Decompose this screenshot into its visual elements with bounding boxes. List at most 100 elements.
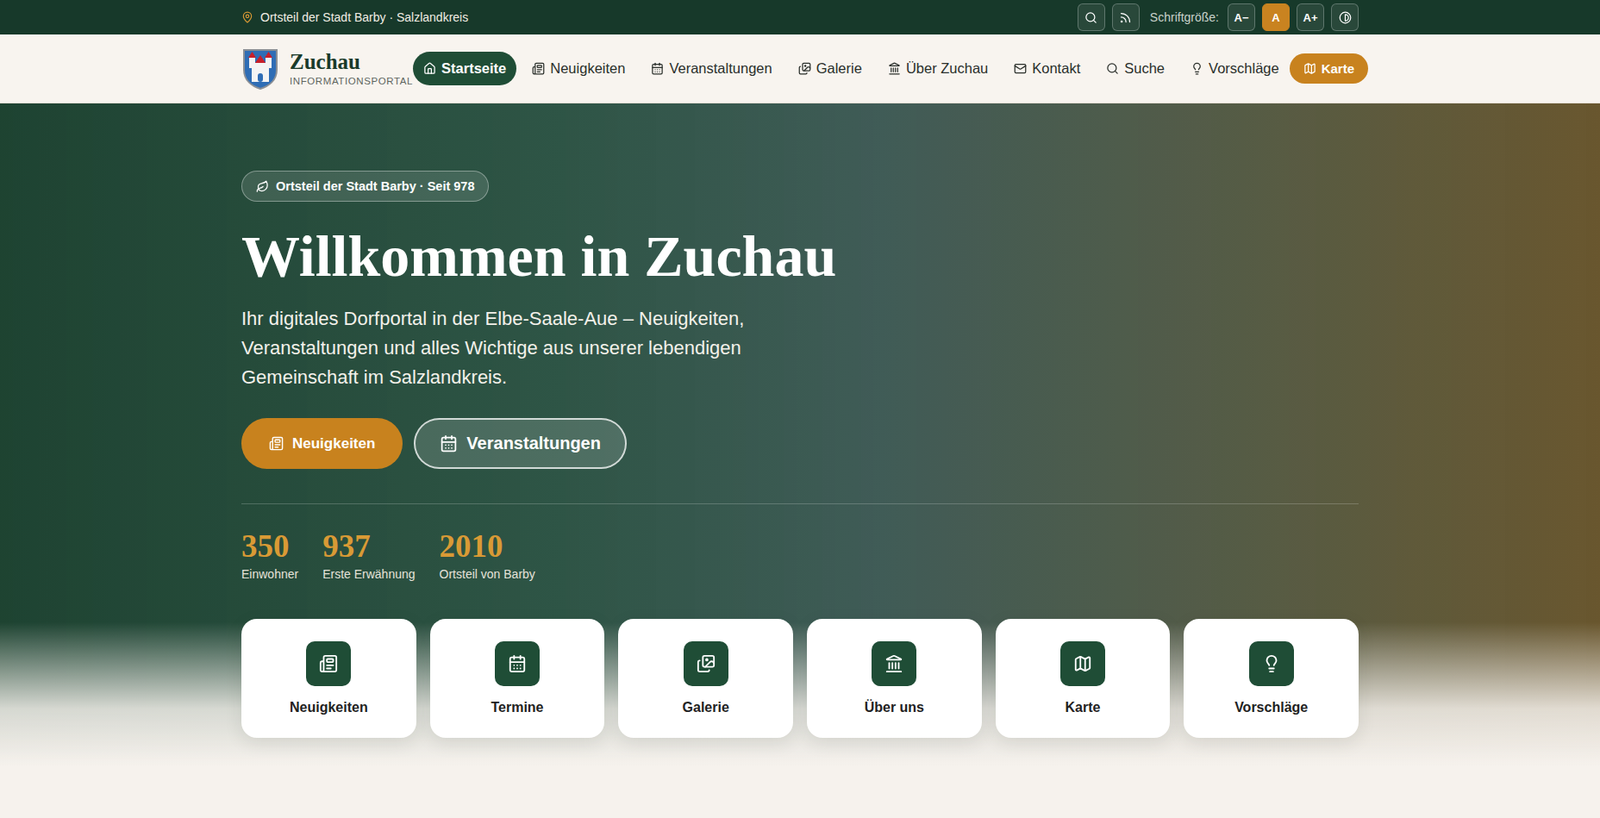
quick-link-card[interactable]: Über uns xyxy=(806,618,982,738)
nav-item[interactable]: Kontakt xyxy=(1003,51,1091,86)
hero-button-icon xyxy=(439,434,458,453)
quick-link-icon xyxy=(884,654,904,674)
stat: 350 Einwohner xyxy=(241,530,299,582)
map-icon xyxy=(1303,62,1317,75)
quick-link-label: Vorschläge xyxy=(1234,700,1308,716)
quick-link-card[interactable]: Galerie xyxy=(618,618,794,738)
contrast-button[interactable] xyxy=(1331,3,1359,32)
location: Ortsteil der Stadt Barby · Salzlandkreis xyxy=(241,10,469,25)
quick-link-label: Termine xyxy=(490,700,544,716)
quick-link-icon-box xyxy=(494,641,540,687)
top-bar: Ortsteil der Stadt Barby · Salzlandkreis… xyxy=(0,0,1600,35)
quick-link-icon xyxy=(696,654,716,674)
quick-link-icon xyxy=(318,654,338,674)
search-button[interactable] xyxy=(1077,3,1106,32)
hero-button[interactable]: Neuigkeiten xyxy=(241,418,403,469)
stat-value: 350 xyxy=(241,530,299,563)
brand-text: Zuchau INFORMATIONSPORTAL xyxy=(289,50,413,87)
top-tools: Schriftgröße: A−AA+ xyxy=(1077,3,1359,32)
nav-item-icon xyxy=(887,62,901,75)
coat-of-arms-icon xyxy=(241,47,280,91)
nav-inner: Zuchau INFORMATIONSPORTAL Startseite Neuigk… xyxy=(241,34,1359,103)
stat-label: Ortsteil von Barby xyxy=(439,567,536,582)
nav-item-icon xyxy=(1106,62,1119,75)
quick-link-label: Neuigkeiten xyxy=(289,700,369,716)
quick-link-icon-box xyxy=(683,641,729,687)
quick-link-card[interactable]: Vorschläge xyxy=(1183,618,1359,738)
page: Ortsteil der Stadt Barby · Salzlandkreis… xyxy=(0,0,1600,818)
hero-button-label: Neuigkeiten xyxy=(292,435,375,453)
hero-subtitle: Ihr digitales Dorfportal in der Elbe-Saa… xyxy=(241,304,794,393)
nav-bar: Zuchau INFORMATIONSPORTAL Startseite Neuigk… xyxy=(0,34,1600,104)
contrast-icon xyxy=(1338,11,1352,25)
hero-inner: Ortsteil der Stadt Barby · Seit 978 Willk… xyxy=(241,170,1359,738)
stat-value: 937 xyxy=(322,530,415,563)
nav-item-label: Veranstaltungen xyxy=(668,60,772,77)
nav-item-icon xyxy=(1013,62,1027,75)
search-icon xyxy=(1084,11,1098,25)
brand[interactable]: Zuchau INFORMATIONSPORTAL xyxy=(241,47,413,91)
nav-item[interactable]: Suche xyxy=(1095,51,1175,86)
rss-button[interactable] xyxy=(1112,3,1140,32)
quick-link-card[interactable]: Neuigkeiten xyxy=(241,618,417,738)
top-bar-inner: Ortsteil der Stadt Barby · Salzlandkreis… xyxy=(241,0,1359,35)
location-text: Ortsteil der Stadt Barby · Salzlandkreis xyxy=(260,10,469,25)
nav-item-label: Kontakt xyxy=(1031,60,1081,77)
nav-item-icon xyxy=(1190,62,1204,75)
quick-link-label: Karte xyxy=(1065,700,1101,716)
nav-item[interactable]: Galerie xyxy=(787,51,873,86)
quick-link-card[interactable]: Karte xyxy=(995,618,1171,738)
nav-item-icon xyxy=(650,62,664,75)
nav-item-label: Vorschläge xyxy=(1208,60,1280,77)
hero: Ortsteil der Stadt Barby · Seit 978 Willk… xyxy=(0,103,1600,818)
quick-link-icon-box xyxy=(1060,641,1106,687)
quick-link-icon-box xyxy=(306,641,351,687)
hero-badge-text: Ortsteil der Stadt Barby · Seit 978 xyxy=(275,179,475,194)
brand-name: Zuchau xyxy=(289,50,413,73)
leaf-icon xyxy=(256,180,269,194)
nav-item[interactable]: Über Zuchau xyxy=(877,51,999,86)
stat: 2010 Ortsteil von Barby xyxy=(439,530,536,582)
nav-item-label: Neuigkeiten xyxy=(550,60,625,77)
hero-title: Willkommen in Zuchau xyxy=(241,224,1359,289)
stat: 937 Erste Erwähnung xyxy=(322,530,415,582)
nav-item-label: Galerie xyxy=(816,60,863,77)
stat-value: 2010 xyxy=(439,530,536,563)
font-size-button[interactable]: A+ xyxy=(1296,3,1325,32)
nav-item-icon xyxy=(531,62,545,75)
hero-buttons: Neuigkeiten Veranstaltungen xyxy=(241,418,1359,469)
nav-item-label: Startseite xyxy=(441,60,507,77)
map-button-label: Karte xyxy=(1321,61,1355,76)
hero-badge: Ortsteil der Stadt Barby · Seit 978 xyxy=(241,170,489,202)
nav-item[interactable]: Vorschläge xyxy=(1180,51,1290,86)
quick-link-icon-box xyxy=(1249,641,1294,687)
nav-item[interactable]: Startseite xyxy=(412,51,517,86)
quick-links: Neuigkeiten Termine Galerie Über uns Karte Vo… xyxy=(241,618,1359,738)
stat-label: Erste Erwähnung xyxy=(322,567,415,582)
nav-item[interactable]: Veranstaltungen xyxy=(640,51,782,86)
stat-label: Einwohner xyxy=(241,567,299,582)
stats: 350 Einwohner 937 Erste Erwähnung 2010 Ortste… xyxy=(241,503,1359,582)
quick-link-icon xyxy=(507,654,527,674)
quick-link-icon xyxy=(1262,654,1282,674)
nav-list: Startseite Neuigkeiten Veranstaltungen Gale… xyxy=(412,51,1290,86)
quick-link-icon xyxy=(1073,654,1093,674)
nav-item[interactable]: Neuigkeiten xyxy=(521,51,636,86)
nav-item-label: Suche xyxy=(1124,60,1165,77)
quick-link-card[interactable]: Termine xyxy=(430,618,606,738)
quick-link-label: Galerie xyxy=(682,700,730,716)
nav-item-icon xyxy=(423,62,437,75)
map-button[interactable]: Karte xyxy=(1289,53,1369,84)
hero-button[interactable]: Veranstaltungen xyxy=(413,418,627,469)
pin-icon xyxy=(241,11,254,24)
nav-item-icon xyxy=(798,62,812,75)
rss-icon xyxy=(1118,11,1132,25)
quick-link-label: Über uns xyxy=(864,700,925,716)
quick-link-icon-box xyxy=(871,641,917,687)
font-size-label: Schriftgröße: xyxy=(1150,10,1219,25)
brand-subtitle: INFORMATIONSPORTAL xyxy=(289,75,413,87)
nav-item-label: Über Zuchau xyxy=(906,60,988,77)
font-size-button[interactable]: A xyxy=(1262,3,1290,32)
hero-button-label: Veranstaltungen xyxy=(466,433,601,454)
font-size-button[interactable]: A− xyxy=(1227,3,1256,32)
